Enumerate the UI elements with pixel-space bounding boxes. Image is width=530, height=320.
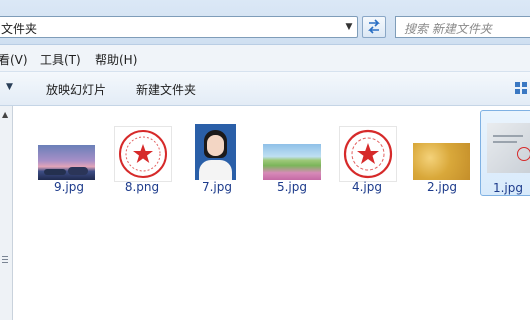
file-name: 9.jpg [53, 180, 85, 194]
address-dropdown-icon[interactable]: ▼ [341, 17, 357, 37]
menu-view[interactable]: 看(V) [0, 51, 28, 68]
scroll-grip[interactable] [2, 256, 8, 265]
address-text: 文件夹 [1, 22, 38, 36]
document-thumbnail [487, 123, 530, 173]
file-name: 7.jpg [201, 180, 233, 194]
refresh-button[interactable] [362, 16, 386, 38]
menu-help[interactable]: 帮助(H) [95, 51, 137, 68]
slideshow-button[interactable]: 放映幻灯片 [46, 81, 106, 98]
scroll-up-icon[interactable]: ▲ [2, 110, 8, 119]
stamp-thumbnail [339, 126, 397, 182]
file-item-selected[interactable]: 1.jpg [480, 110, 530, 196]
file-name: 4.jpg [351, 180, 383, 194]
search-placeholder: 搜索 新建文件夹 [404, 22, 492, 36]
refresh-icon [368, 19, 380, 34]
file-item[interactable]: 4.jpg [332, 116, 402, 200]
portrait-thumbnail [195, 124, 236, 180]
new-folder-button[interactable]: 新建文件夹 [136, 81, 196, 98]
menu-bar: 看(V) 工具(T) 帮助(H) [0, 45, 530, 72]
file-item[interactable]: 9.jpg [34, 116, 104, 200]
file-name: 8.png [124, 180, 160, 194]
file-item[interactable]: 8.png [107, 116, 177, 200]
file-name: 5.jpg [276, 180, 308, 194]
navigation-bar: 文件夹 ▼ 搜索 新建文件夹 [0, 0, 530, 45]
file-item[interactable]: 7.jpg [182, 116, 252, 200]
file-name: 2.jpg [426, 180, 458, 194]
landscape-thumbnail [38, 145, 95, 180]
file-item[interactable]: 2.jpg [407, 116, 477, 200]
search-input[interactable]: 搜索 新建文件夹 [395, 16, 530, 38]
flower-field-thumbnail [263, 144, 321, 180]
file-list: 9.jpg 8.png 7.jpg 5.jpg 4.jpg 2.jpg 1.jp… [12, 106, 530, 320]
file-name: 1.jpg [492, 181, 524, 195]
organize-dropdown-icon[interactable]: ▼ [6, 82, 13, 92]
gold-texture-thumbnail [413, 143, 470, 180]
file-item[interactable]: 5.jpg [257, 116, 327, 200]
stamp-thumbnail [114, 126, 172, 182]
view-options-icon[interactable] [514, 80, 530, 96]
command-toolbar: ▼ 放映幻灯片 新建文件夹 [0, 72, 530, 106]
menu-tools[interactable]: 工具(T) [40, 51, 81, 68]
address-bar[interactable]: 文件夹 ▼ [0, 16, 358, 38]
